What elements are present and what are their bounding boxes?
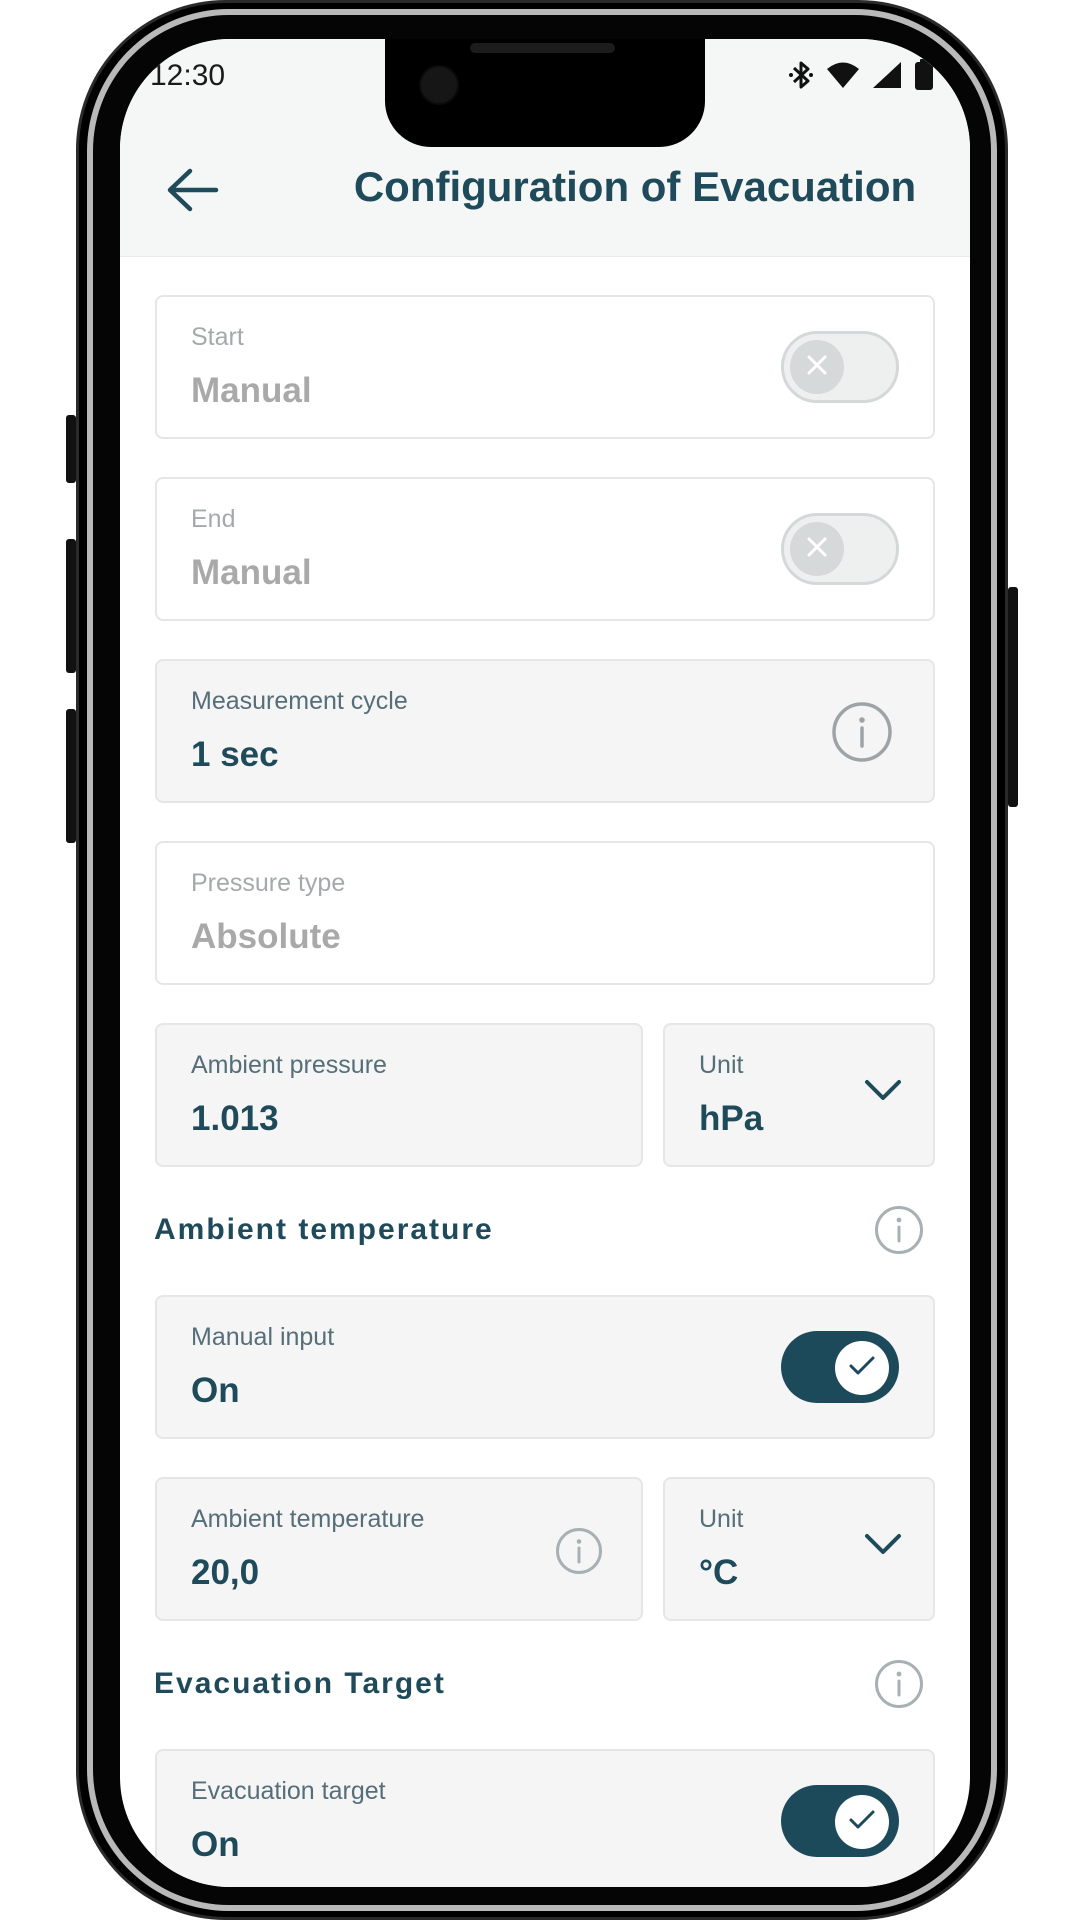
measurement-cycle-field[interactable]: Measurement cycle 1 sec <box>155 659 935 803</box>
status-time: 12:30 <box>150 59 226 92</box>
ambient-temperature-value: 20,0 <box>191 1553 260 1592</box>
pressure-type-value: Absolute <box>191 917 341 956</box>
ambient-pressure-label: Ambient pressure <box>191 1051 387 1079</box>
measurement-cycle-label: Measurement cycle <box>191 687 408 715</box>
earpiece-speaker <box>470 43 615 53</box>
volume-down-button <box>66 709 76 843</box>
evacuation-target-label: Evacuation target <box>191 1777 386 1805</box>
chevron-down-icon <box>863 1077 903 1103</box>
toggle-knob <box>835 1341 889 1395</box>
phone-frame: Configuration of Evacuation 12:30 Start … <box>66 0 1018 1920</box>
info-icon[interactable] <box>874 1205 924 1255</box>
info-icon[interactable] <box>555 1527 603 1575</box>
measurement-cycle-value: 1 sec <box>191 735 279 774</box>
close-icon <box>805 353 829 382</box>
manual-input-label: Manual input <box>191 1323 335 1351</box>
cellular-signal-icon <box>872 61 902 89</box>
start-toggle[interactable] <box>781 331 899 403</box>
pressure-type-label: Pressure type <box>191 869 346 897</box>
start-label: Start <box>191 323 244 351</box>
pressure-type-field: Pressure type Absolute <box>155 841 935 985</box>
temperature-unit-select[interactable]: Unit °C <box>663 1477 935 1621</box>
check-icon <box>848 1355 876 1382</box>
manual-input-value: On <box>191 1371 240 1410</box>
ambient-pressure-field[interactable]: Ambient pressure 1.013 <box>155 1023 643 1167</box>
end-label: End <box>191 505 236 533</box>
manual-input-toggle[interactable] <box>781 1331 899 1403</box>
manual-input-field: Manual input On <box>155 1295 935 1439</box>
evacuation-target-field: Evacuation target On <box>155 1749 935 1887</box>
pressure-unit-select[interactable]: Unit hPa <box>663 1023 935 1167</box>
evacuation-target-section-title: Evacuation Target <box>154 1667 446 1700</box>
start-field: Start Manual <box>155 295 935 439</box>
ambient-temperature-label: Ambient temperature <box>191 1505 425 1533</box>
page-title: Configuration of Evacuation <box>353 163 917 210</box>
pressure-unit-value: hPa <box>699 1099 764 1138</box>
temperature-unit-value: °C <box>699 1553 739 1592</box>
ambient-temperature-section-title: Ambient temperature <box>154 1213 494 1246</box>
info-icon[interactable] <box>874 1659 924 1709</box>
toggle-knob <box>790 340 844 394</box>
notch <box>385 39 705 147</box>
evacuation-target-toggle[interactable] <box>781 1785 899 1857</box>
start-value: Manual <box>191 371 312 410</box>
screen: Configuration of Evacuation 12:30 Start … <box>120 39 970 1887</box>
chevron-down-icon <box>863 1531 903 1557</box>
front-camera <box>419 65 459 105</box>
evacuation-target-value: On <box>191 1825 240 1864</box>
battery-icon <box>914 59 934 91</box>
back-button[interactable] <box>158 157 228 227</box>
arrow-left-icon <box>162 159 224 226</box>
close-icon <box>805 535 829 564</box>
end-toggle[interactable] <box>781 513 899 585</box>
wifi-icon <box>826 61 860 89</box>
toggle-knob <box>790 522 844 576</box>
end-field: End Manual <box>155 477 935 621</box>
info-icon[interactable] <box>831 701 893 763</box>
temperature-unit-label: Unit <box>699 1505 744 1533</box>
power-button <box>1008 587 1018 807</box>
ambient-pressure-value: 1.013 <box>191 1099 279 1138</box>
ambient-temperature-field[interactable]: Ambient temperature 20,0 <box>155 1477 643 1621</box>
mute-switch <box>66 415 76 483</box>
check-icon <box>848 1809 876 1836</box>
toggle-knob <box>835 1795 889 1849</box>
pressure-unit-label: Unit <box>699 1051 744 1079</box>
status-icons <box>788 59 934 91</box>
volume-up-button <box>66 539 76 673</box>
end-value: Manual <box>191 553 312 592</box>
bluetooth-icon <box>788 59 814 91</box>
